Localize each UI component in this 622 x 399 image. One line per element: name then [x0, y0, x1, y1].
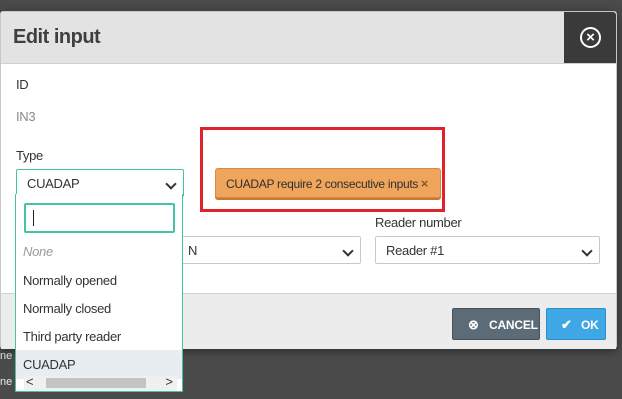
cancel-button[interactable]: ⊗ CANCEL — [452, 308, 540, 340]
reader-number-value: Reader #1 — [386, 243, 445, 258]
horizontal-scrollbar[interactable]: < > — [24, 374, 177, 390]
chevron-down-icon — [165, 178, 177, 190]
type-dropdown-list: None Normally opened Normally closed Thi… — [15, 194, 183, 392]
id-value: IN3 — [16, 109, 36, 124]
type-select[interactable]: CUADAP — [16, 169, 184, 197]
background-text: ne — [0, 376, 13, 388]
text-caret — [33, 210, 34, 226]
id-label: ID — [16, 77, 29, 92]
type-label: Type — [16, 148, 43, 163]
check-icon: ✔ — [561, 317, 572, 332]
scroll-left-icon[interactable]: < — [26, 374, 34, 389]
highlight-box — [200, 127, 445, 212]
dialog-header: Edit input × — [1, 12, 616, 64]
dropdown-option-third-party-reader[interactable]: Third party reader — [16, 322, 182, 351]
reader-number-select[interactable]: Reader #1 — [375, 236, 600, 264]
close-circle-icon: × — [580, 27, 601, 48]
dropdown-search-input[interactable] — [24, 203, 175, 233]
ok-button[interactable]: ✔ OK — [546, 308, 606, 340]
x-circle-icon: ⊗ — [468, 317, 479, 332]
scroll-right-icon[interactable]: > — [165, 374, 173, 389]
dropdown-option-normally-opened[interactable]: Normally opened — [16, 266, 182, 295]
dropdown-option-cuadap[interactable]: CUADAP — [16, 350, 182, 379]
chevron-down-icon — [581, 245, 593, 257]
type-select-value: CUADAP — [27, 176, 80, 191]
dialog-title: Edit input — [13, 26, 101, 48]
chevron-down-icon — [342, 245, 354, 257]
reader-number-label: Reader number — [375, 215, 462, 230]
scrollbar-thumb[interactable] — [46, 378, 146, 388]
input-mode-value: N — [188, 243, 198, 258]
ok-label: OK — [581, 318, 599, 332]
cancel-label: CANCEL — [489, 318, 538, 332]
dropdown-option-none[interactable]: None — [16, 237, 182, 266]
dropdown-option-normally-closed[interactable]: Normally closed — [16, 294, 182, 323]
close-button[interactable]: × — [564, 12, 616, 63]
